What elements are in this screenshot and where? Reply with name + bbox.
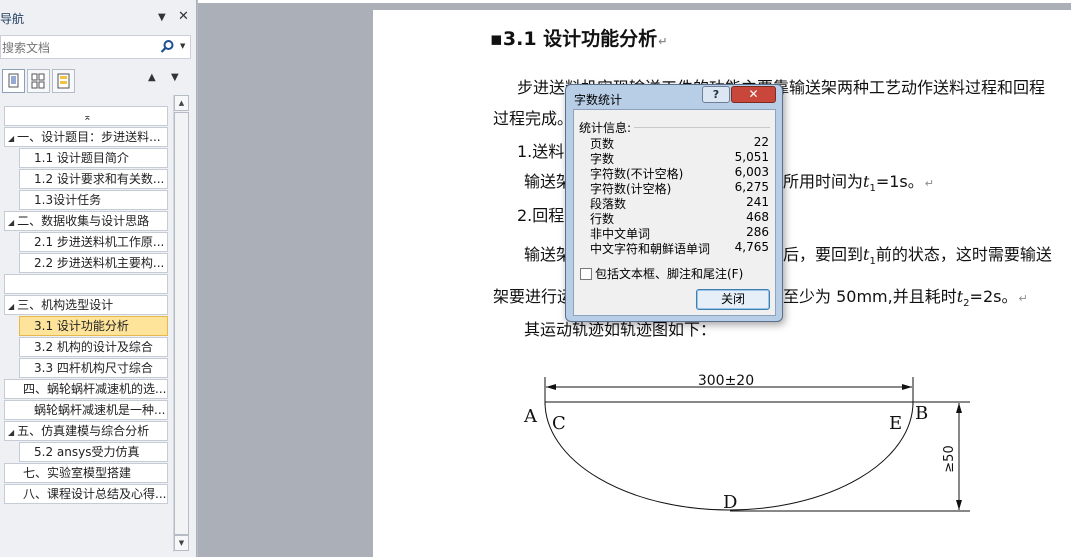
height-label: ≥50 [942, 445, 957, 472]
checkbox-icon[interactable] [580, 268, 592, 280]
tree-item[interactable] [4, 274, 168, 294]
tree-item[interactable]: ◢ 五、仿真建模与综合分析 [4, 421, 168, 441]
divider [634, 127, 770, 128]
scroll-thumb[interactable] [174, 112, 189, 535]
stat-row: 字符数(计空格) 6,275 [590, 180, 769, 196]
stat-row: 字符数(不计空格) 6,003 [590, 165, 769, 181]
tree-item[interactable]: 1.2 设计要求和有关数... [19, 169, 168, 189]
search-input[interactable] [2, 40, 152, 56]
stat-row: 行数 468 [590, 210, 769, 226]
point-b-label: B [915, 403, 928, 424]
collapse-all-item[interactable]: ⌅ [4, 106, 168, 126]
tree-item[interactable]: ◢ 二、数据收集与设计思路 [4, 211, 168, 231]
search-options-dropdown-icon[interactable]: ▼ [180, 42, 185, 50]
headings-view-button[interactable] [2, 69, 25, 93]
nav-options-dropdown-icon[interactable]: ▼ [158, 12, 166, 23]
navigation-pane: 导航 ▼ ✕ ▼ ▲ ▼ ⌅ ◢一、设计题目：步进送料... 1 [0, 0, 197, 557]
tree-item[interactable]: 1.3设计任务 [19, 190, 168, 210]
tree-item[interactable]: 蜗轮蜗杆减速机是一种... [4, 400, 168, 420]
heading-tree: ⌅ ◢ 一、设计题目：步进送料... 1.1 设计题目简介 1.2 设计要求和有关… [0, 104, 172, 554]
word-count-dialog: 字数统计 ? ✕ 统计信息: 页数 22 字数 5,051 字符数(不计空格) 6,0… [565, 84, 783, 322]
nav-header: 导航 ▼ ✕ [0, 8, 197, 28]
list-item-2-line2-tail: 至少为 50mm,并且耗时t2=2s。↵ [783, 287, 1028, 310]
dialog-body: 统计信息: 页数 22 字数 5,051 字符数(不计空格) 6,003 字符数(计空… [573, 109, 776, 316]
trajectory-figure: 300±20 ≥50 A C E B D [523, 373, 970, 513]
point-e-label: E [889, 413, 902, 434]
collapse-triangle-icon[interactable]: ◢ [8, 134, 14, 143]
help-button[interactable]: ? [702, 86, 730, 103]
collapse-triangle-icon[interactable]: ◢ [8, 218, 14, 227]
list-item-2-line2: 架要进行运 [493, 287, 574, 306]
pages-view-button[interactable] [27, 69, 50, 93]
results-view-button[interactable] [52, 69, 75, 93]
list-item-2-body-tail: 后，要回到t1前的状态，这时需要输送 [783, 245, 1052, 268]
statistics-legend: 统计信息: [579, 121, 632, 135]
stat-row: 非中文单词 286 [590, 225, 769, 241]
scroll-up-icon[interactable]: ▲ [174, 95, 189, 111]
ruler-edge [198, 0, 1071, 3]
nav-close-icon[interactable]: ✕ [178, 9, 189, 24]
tree-item[interactable]: ◢ 三、机构选型设计 [4, 295, 168, 315]
dialog-title: 字数统计 [574, 93, 623, 107]
point-d-label: D [723, 492, 737, 513]
tree-item[interactable]: 3.2 机构的设计及综合 [19, 337, 168, 357]
dialog-close-button[interactable]: ✕ [731, 86, 776, 103]
tree-item[interactable]: 七、实验室模型搭建 [4, 463, 168, 483]
previous-heading-button[interactable]: ▲ [148, 72, 156, 83]
search-icon[interactable] [159, 39, 175, 55]
width-label: 300±20 [698, 373, 754, 389]
collapse-triangle-icon[interactable]: ◢ [8, 428, 14, 437]
pages-view-icon [31, 73, 45, 89]
tree-item[interactable]: 八、课程设计总结及心得... [4, 484, 168, 504]
collapse-triangle-icon[interactable]: ◢ [8, 302, 14, 311]
stat-row: 中文字符和朝鲜语单词 4,765 [590, 240, 769, 256]
stat-row: 字数 5,051 [590, 150, 769, 166]
tree-item[interactable]: ◢ 一、设计题目：步进送料... [4, 127, 168, 147]
list-item-1-body-tail: 所用时间为t1=1s。↵ [783, 172, 934, 195]
collapse-all-icon: ⌅ [83, 112, 92, 123]
next-heading-button[interactable]: ▼ [171, 72, 179, 83]
tree-item-selected[interactable]: 3.1 设计功能分析 [19, 316, 168, 336]
nav-title: 导航 [0, 12, 25, 26]
scroll-down-icon[interactable]: ▼ [174, 535, 189, 551]
section-heading: ▪3.1 设计功能分析↵ [490, 28, 668, 50]
results-view-icon [57, 73, 70, 89]
tree-item[interactable]: 3.3 四杆机构尺寸综合 [19, 358, 168, 378]
include-footnotes-checkbox[interactable]: 包括文本框、脚注和尾注(F) [580, 265, 743, 282]
tree-item[interactable]: 1.1 设计题目简介 [19, 148, 168, 168]
close-icon: ✕ [748, 87, 759, 101]
nav-scrollbar[interactable]: ▲ ▼ [173, 95, 189, 552]
stat-row: 页数 22 [590, 135, 769, 151]
tree-item[interactable]: 2.1 步进送料机工作原... [19, 232, 168, 252]
help-icon: ? [712, 88, 720, 101]
search-box[interactable]: ▼ [0, 35, 191, 59]
tree-item[interactable]: 四、蜗轮蜗杆减速机的选... [4, 379, 168, 399]
headings-view-icon [8, 73, 19, 88]
point-c-label: C [552, 413, 566, 434]
paragraph-1-line2: 过程完成。 [493, 109, 574, 128]
point-a-label: A [523, 406, 538, 427]
tree-item[interactable]: 5.2 ansys受力仿真 [19, 442, 168, 462]
stat-row: 段落数 241 [590, 195, 769, 211]
tree-item[interactable]: 2.2 步进送料机主要构... [19, 253, 168, 273]
close-button[interactable]: 关闭 [696, 289, 770, 310]
